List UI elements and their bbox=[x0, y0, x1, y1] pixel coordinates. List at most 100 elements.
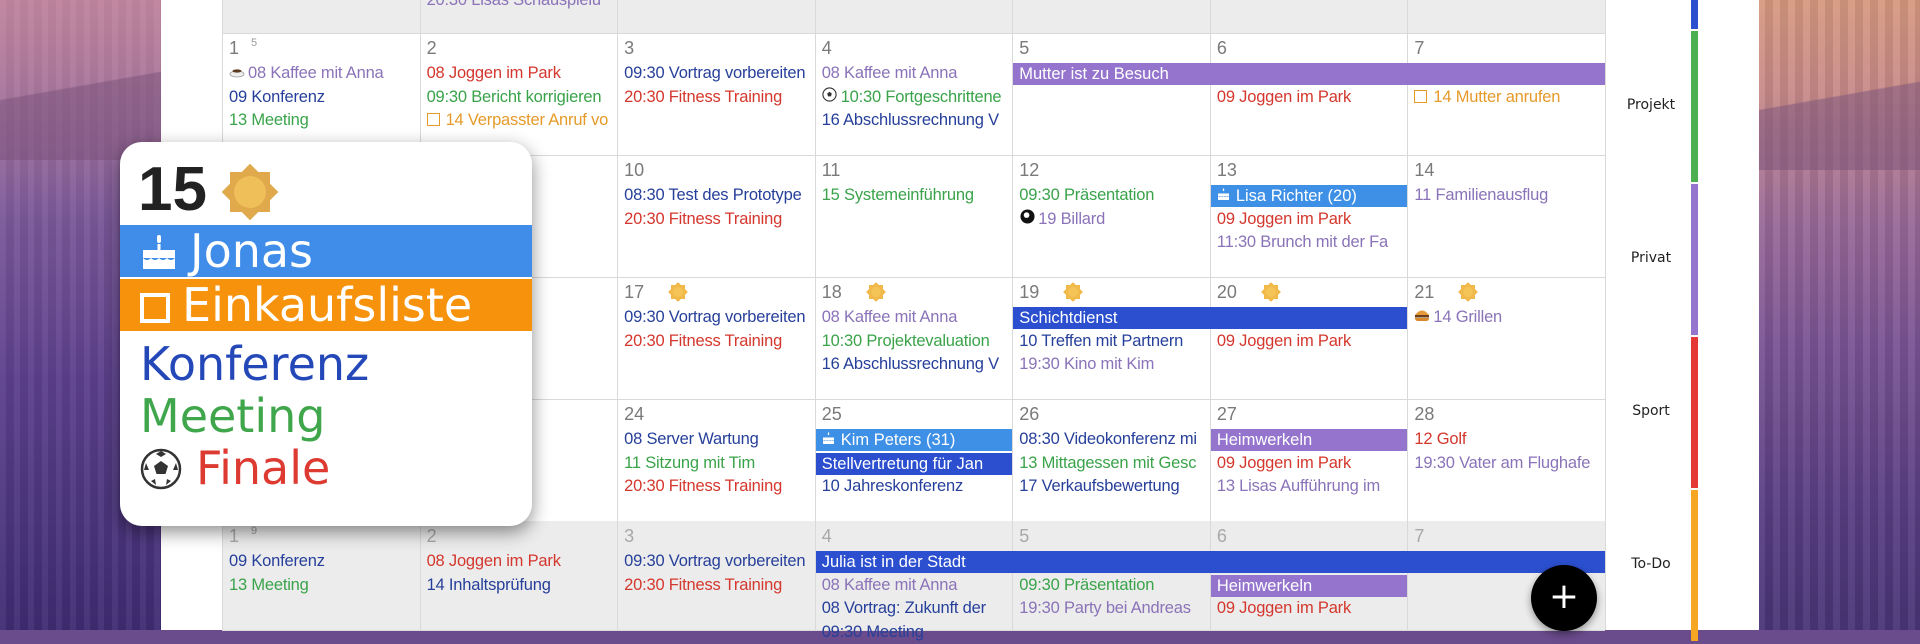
day-cell[interactable] bbox=[1210, 0, 1408, 33]
event-item[interactable]: 09 Konferenz bbox=[229, 86, 418, 110]
day-cell[interactable]: 1909 Konferenz13 Meeting bbox=[222, 521, 420, 630]
day-cell[interactable]: 309:30 Vortrag vorbereiten20:30 Fitness … bbox=[617, 521, 815, 630]
multi-day-event-bar[interactable]: Lisa Richter (20) bbox=[1211, 185, 1408, 207]
day-cell[interactable]: 2009 Joggen im Park bbox=[1210, 277, 1408, 399]
event-item[interactable]: 09:30 Meeting bbox=[822, 621, 1011, 644]
checkbox-icon[interactable] bbox=[1414, 90, 1427, 103]
event-item[interactable]: 14 Grillen bbox=[1414, 306, 1603, 330]
day-cell[interactable]: 2608:30 Videokonferenz mi13 Mittagessen … bbox=[1012, 399, 1210, 521]
popup-event-item[interactable]: Meeting bbox=[140, 390, 325, 442]
event-item[interactable]: 20:30 Fitness Training bbox=[624, 574, 813, 598]
event-item[interactable]: 14 Mutter anrufen bbox=[1414, 86, 1603, 110]
event-item[interactable]: 08:30 Test des Prototype bbox=[624, 184, 813, 208]
event-item[interactable]: 20:30 Lisas Schauspielu bbox=[427, 0, 601, 13]
checkbox-icon[interactable] bbox=[140, 293, 170, 323]
day-cell[interactable]: 1115 Systemeinführung bbox=[815, 155, 1013, 277]
event-item[interactable]: 13 Lisas Aufführung im bbox=[1217, 475, 1406, 499]
day-cell[interactable]: 1209:30 Präsentation19 Billard bbox=[1012, 155, 1210, 277]
day-preview-popup[interactable]: 15 Jonas Einkaufsliste KonferenzMeetingF… bbox=[120, 142, 532, 526]
event-item[interactable]: 20:30 Fitness Training bbox=[624, 86, 813, 110]
day-cell[interactable]: 20:30 Lisas Schauspielu bbox=[420, 0, 618, 33]
day-cell[interactable]: 2812 Golf19:30 Vater am Flughafe bbox=[1407, 399, 1605, 521]
event-item[interactable]: 09 Joggen im Park bbox=[1217, 452, 1406, 476]
day-cell[interactable]: 208 Joggen im Park14 Inhaltsprüfung bbox=[420, 521, 618, 630]
event-item[interactable]: 20:30 Fitness Training bbox=[624, 330, 813, 354]
event-item[interactable]: 20:30 Fitness Training bbox=[624, 475, 813, 499]
event-item[interactable]: 13 Mittagessen mit Gesc bbox=[1019, 452, 1208, 476]
event-item[interactable]: 14 Inhaltsprüfung bbox=[427, 574, 616, 598]
multi-day-event-bar[interactable]: Heimwerkeln bbox=[1211, 429, 1408, 451]
day-cell[interactable]: 609 Joggen im Park bbox=[1210, 33, 1408, 155]
event-item[interactable]: 08 Joggen im Park bbox=[427, 550, 616, 574]
popup-event-item[interactable]: Konferenz bbox=[140, 338, 369, 390]
category-label[interactable]: Privat bbox=[1606, 250, 1696, 266]
multi-day-event-bar[interactable]: Schichtdienst bbox=[1013, 307, 1407, 329]
event-item[interactable]: 11:30 Brunch mit der Fa bbox=[1217, 231, 1406, 255]
event-item[interactable]: 09 Joggen im Park bbox=[1217, 86, 1406, 110]
day-cell[interactable] bbox=[222, 0, 420, 33]
event-item[interactable]: 14 Verpasster Anruf vo bbox=[427, 109, 616, 133]
multi-day-event-bar[interactable]: Julia ist in der Stadt bbox=[816, 551, 1605, 573]
event-item[interactable]: 09:30 Präsentation bbox=[1019, 184, 1208, 208]
day-cell[interactable] bbox=[815, 0, 1013, 33]
day-cell[interactable] bbox=[1012, 0, 1210, 33]
event-item[interactable]: 11 Familienausflug bbox=[1414, 184, 1603, 208]
popup-birthday-bar[interactable]: Jonas bbox=[120, 225, 532, 277]
day-cell[interactable]: 1910 Treffen mit Partnern19:30 Kino mit … bbox=[1012, 277, 1210, 399]
day-cell[interactable]: 1411 Familienausflug bbox=[1407, 155, 1605, 277]
event-item[interactable]: 08 Kaffee mit Anna bbox=[822, 574, 1011, 598]
day-cell[interactable]: 408 Kaffee mit Anna10:30 Fortgeschritten… bbox=[815, 33, 1013, 155]
day-cell[interactable]: 1508 Kaffee mit Anna09 Konferenz13 Meeti… bbox=[222, 33, 420, 155]
event-item[interactable]: 16 Abschlussrechnung V bbox=[822, 353, 1011, 377]
event-item[interactable]: 19:30 Vater am Flughafe bbox=[1414, 452, 1603, 476]
event-item[interactable]: 13 Meeting bbox=[229, 574, 418, 598]
event-item[interactable]: 11 Sitzung mit Tim bbox=[624, 452, 813, 476]
day-cell[interactable] bbox=[1407, 0, 1605, 33]
event-item[interactable]: 08 Vortrag: Zukunft der bbox=[822, 597, 1011, 621]
day-cell[interactable]: 208 Joggen im Park09:30 Bericht korrigie… bbox=[420, 33, 618, 155]
event-item[interactable]: 16 Abschlussrechnung V bbox=[822, 109, 1011, 133]
day-cell[interactable]: 1709:30 Vortrag vorbereiten20:30 Fitness… bbox=[617, 277, 815, 399]
event-item[interactable]: 08 Server Wartung bbox=[624, 428, 813, 452]
multi-day-event-bar[interactable]: Mutter ist zu Besuch bbox=[1013, 63, 1605, 85]
day-cell[interactable]: 2709 Joggen im Park13 Lisas Aufführung i… bbox=[1210, 399, 1408, 521]
event-item[interactable]: 20:30 Fitness Training bbox=[624, 208, 813, 232]
day-cell[interactable]: 1309 Joggen im Park11:30 Brunch mit der … bbox=[1210, 155, 1408, 277]
event-item[interactable]: 19:30 Party bei Andreas bbox=[1019, 597, 1208, 621]
day-cell[interactable]: 1808 Kaffee mit Anna10:30 Projektevaluat… bbox=[815, 277, 1013, 399]
checkbox-icon[interactable] bbox=[427, 113, 440, 126]
event-item[interactable]: 09:30 Vortrag vorbereiten bbox=[624, 62, 813, 86]
event-item[interactable]: 08 Joggen im Park bbox=[427, 62, 616, 86]
day-cell[interactable]: 408 Kaffee mit Anna08 Vortrag: Zukunft d… bbox=[815, 521, 1013, 630]
event-item[interactable]: 13 Meeting bbox=[229, 109, 418, 133]
event-item[interactable]: 12 Golf bbox=[1414, 428, 1603, 452]
event-item[interactable]: 19:30 Kino mit Kim bbox=[1019, 353, 1208, 377]
event-item[interactable]: 10 Jahreskonferenz bbox=[822, 475, 1011, 499]
event-item[interactable]: 09 Joggen im Park bbox=[1217, 330, 1406, 354]
add-event-button[interactable]: + bbox=[1531, 565, 1597, 631]
event-item[interactable]: 09:30 Vortrag vorbereiten bbox=[624, 306, 813, 330]
day-cell[interactable]: 2408 Server Wartung11 Sitzung mit Tim20:… bbox=[617, 399, 815, 521]
event-item[interactable]: 08:30 Videokonferenz mi bbox=[1019, 428, 1208, 452]
day-cell[interactable]: 1008:30 Test des Prototype20:30 Fitness … bbox=[617, 155, 815, 277]
day-cell[interactable]: 5 bbox=[1012, 33, 1210, 155]
multi-day-event-bar[interactable]: Kim Peters (31) bbox=[816, 429, 1013, 451]
multi-day-event-bar[interactable]: Stellvertretung für Jan bbox=[816, 453, 1013, 475]
event-item[interactable]: 15 Systemeinführung bbox=[822, 184, 1011, 208]
multi-day-event-bar[interactable]: Heimwerkeln bbox=[1211, 575, 1408, 597]
event-item[interactable]: 08 Kaffee mit Anna bbox=[822, 62, 1011, 86]
event-item[interactable]: 09 Joggen im Park bbox=[1217, 597, 1406, 621]
day-cell[interactable]: 2114 Grillen bbox=[1407, 277, 1605, 399]
day-cell[interactable] bbox=[617, 0, 815, 33]
category-label[interactable]: Sport bbox=[1606, 403, 1696, 419]
event-item[interactable]: 09:30 Vortrag vorbereiten bbox=[624, 550, 813, 574]
day-cell[interactable]: 509:30 Präsentation19:30 Party bei Andre… bbox=[1012, 521, 1210, 630]
day-cell[interactable]: 309:30 Vortrag vorbereiten20:30 Fitness … bbox=[617, 33, 815, 155]
event-item[interactable]: 10:30 Projektevaluation bbox=[822, 330, 1011, 354]
event-item[interactable]: 08 Kaffee mit Anna bbox=[229, 62, 418, 86]
event-item[interactable]: 09 Joggen im Park bbox=[1217, 208, 1406, 232]
event-item[interactable]: 09:30 Bericht korrigieren bbox=[427, 86, 616, 110]
event-item[interactable]: 19 Billard bbox=[1019, 208, 1208, 232]
event-item[interactable]: 09:30 Präsentation bbox=[1019, 574, 1208, 598]
event-item[interactable]: 10:30 Fortgeschrittene bbox=[822, 86, 1011, 110]
